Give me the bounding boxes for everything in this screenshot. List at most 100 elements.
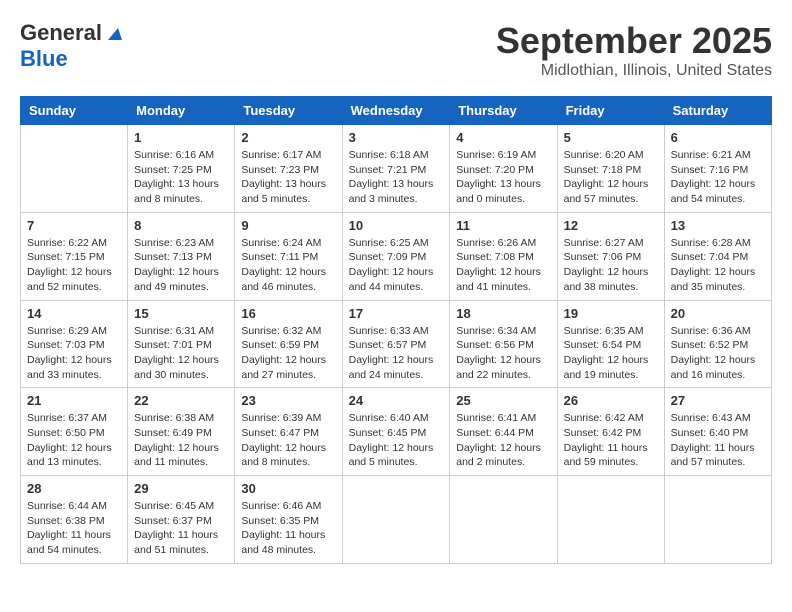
day-number: 13 <box>671 218 765 233</box>
day-info: Sunrise: 6:39 AMSunset: 6:47 PMDaylight:… <box>241 411 335 470</box>
day-number: 19 <box>564 306 658 321</box>
day-number: 7 <box>27 218 121 233</box>
calendar-cell <box>450 476 557 564</box>
day-info: Sunrise: 6:25 AMSunset: 7:09 PMDaylight:… <box>349 236 444 295</box>
day-info: Sunrise: 6:29 AMSunset: 7:03 PMDaylight:… <box>27 324 121 383</box>
day-number: 21 <box>27 393 121 408</box>
logo: General Blue <box>20 20 122 72</box>
calendar-cell: 30 Sunrise: 6:46 AMSunset: 6:35 PMDayligh… <box>235 476 342 564</box>
weekday-header: Friday <box>557 97 664 125</box>
day-number: 24 <box>349 393 444 408</box>
calendar-cell: 6 Sunrise: 6:21 AMSunset: 7:16 PMDaylight… <box>664 125 771 213</box>
day-info: Sunrise: 6:31 AMSunset: 7:01 PMDaylight:… <box>134 324 228 383</box>
calendar-cell: 8 Sunrise: 6:23 AMSunset: 7:13 PMDaylight… <box>128 212 235 300</box>
calendar-week-row: 1Sunrise: 6:16 AMSunset: 7:25 PMDaylight… <box>21 125 772 213</box>
calendar-table: SundayMondayTuesdayWednesdayThursdayFrid… <box>20 96 772 564</box>
calendar-cell <box>664 476 771 564</box>
day-number: 23 <box>241 393 335 408</box>
calendar-cell: 5 Sunrise: 6:20 AMSunset: 7:18 PMDaylight… <box>557 125 664 213</box>
day-info: Sunrise: 6:21 AMSunset: 7:16 PMDaylight:… <box>671 148 765 207</box>
day-number: 18 <box>456 306 550 321</box>
day-number: 10 <box>349 218 444 233</box>
weekday-header: Sunday <box>21 97 128 125</box>
day-info: Sunrise: 6:36 AMSunset: 6:52 PMDaylight:… <box>671 324 765 383</box>
day-number: 14 <box>27 306 121 321</box>
day-info: Sunrise: 6:26 AMSunset: 7:08 PMDaylight:… <box>456 236 550 295</box>
calendar-cell: 16Sunrise: 6:32 AMSunset: 6:59 PMDayligh… <box>235 300 342 388</box>
day-number: 30 <box>241 481 335 496</box>
weekday-header: Saturday <box>664 97 771 125</box>
calendar-cell: 29Sunrise: 6:45 AMSunset: 6:37 PMDayligh… <box>128 476 235 564</box>
day-number: 15 <box>134 306 228 321</box>
page-header: General Blue September 2025 Midlothian, … <box>20 20 772 80</box>
day-info: Sunrise: 6:18 AMSunset: 7:21 PMDaylight:… <box>349 148 444 207</box>
day-info: Sunrise: 6:37 AMSunset: 6:50 PMDaylight:… <box>27 411 121 470</box>
day-number: 28 <box>27 481 121 496</box>
day-info: Sunrise: 6:44 AMSunset: 6:38 PMDaylight:… <box>27 499 121 558</box>
day-number: 1 <box>134 130 228 145</box>
day-number: 25 <box>456 393 550 408</box>
day-info: Sunrise: 6:17 AMSunset: 7:23 PMDaylight:… <box>241 148 335 207</box>
weekday-header: Monday <box>128 97 235 125</box>
calendar-cell: 10 Sunrise: 6:25 AMSunset: 7:09 PMDayligh… <box>342 212 450 300</box>
calendar-cell: 25 Sunrise: 6:41 AMSunset: 6:44 PMDayligh… <box>450 388 557 476</box>
day-number: 3 <box>349 130 444 145</box>
day-info: Sunrise: 6:41 AMSunset: 6:44 PMDaylight:… <box>456 411 550 470</box>
calendar-cell: 2 Sunrise: 6:17 AMSunset: 7:23 PMDaylight… <box>235 125 342 213</box>
month-title: September 2025 <box>496 20 772 62</box>
day-number: 11 <box>456 218 550 233</box>
calendar-week-row: 14 Sunrise: 6:29 AMSunset: 7:03 PMDayligh… <box>21 300 772 388</box>
calendar-cell: 15 Sunrise: 6:31 AMSunset: 7:01 PMDayligh… <box>128 300 235 388</box>
logo-general: General <box>20 20 102 46</box>
day-number: 2 <box>241 130 335 145</box>
calendar-cell: 20 Sunrise: 6:36 AMSunset: 6:52 PMDayligh… <box>664 300 771 388</box>
weekday-header: Wednesday <box>342 97 450 125</box>
location: Midlothian, Illinois, United States <box>496 62 772 80</box>
day-info: Sunrise: 6:19 AMSunset: 7:20 PMDaylight:… <box>456 148 550 207</box>
calendar-week-row: 21 Sunrise: 6:37 AMSunset: 6:50 PMDayligh… <box>21 388 772 476</box>
calendar-cell: 1Sunrise: 6:16 AMSunset: 7:25 PMDaylight… <box>128 125 235 213</box>
calendar-cell: 12Sunrise: 6:27 AMSunset: 7:06 PMDayligh… <box>557 212 664 300</box>
day-number: 16 <box>241 306 335 321</box>
calendar-cell: 14 Sunrise: 6:29 AMSunset: 7:03 PMDayligh… <box>21 300 128 388</box>
day-info: Sunrise: 6:42 AMSunset: 6:42 PMDaylight:… <box>564 411 658 470</box>
calendar-header-row: SundayMondayTuesdayWednesdayThursdayFrid… <box>21 97 772 125</box>
day-number: 12 <box>564 218 658 233</box>
day-number: 4 <box>456 130 550 145</box>
calendar-cell: 28 Sunrise: 6:44 AMSunset: 6:38 PMDayligh… <box>21 476 128 564</box>
title-section: September 2025 Midlothian, Illinois, Uni… <box>496 20 772 80</box>
calendar-cell <box>557 476 664 564</box>
calendar-cell: 9Sunrise: 6:24 AMSunset: 7:11 PMDaylight… <box>235 212 342 300</box>
day-info: Sunrise: 6:33 AMSunset: 6:57 PMDaylight:… <box>349 324 444 383</box>
calendar-cell: 26Sunrise: 6:42 AMSunset: 6:42 PMDayligh… <box>557 388 664 476</box>
day-number: 8 <box>134 218 228 233</box>
day-number: 27 <box>671 393 765 408</box>
calendar-cell: 17 Sunrise: 6:33 AMSunset: 6:57 PMDayligh… <box>342 300 450 388</box>
day-info: Sunrise: 6:35 AMSunset: 6:54 PMDaylight:… <box>564 324 658 383</box>
day-number: 17 <box>349 306 444 321</box>
day-number: 22 <box>134 393 228 408</box>
day-info: Sunrise: 6:23 AMSunset: 7:13 PMDaylight:… <box>134 236 228 295</box>
day-info: Sunrise: 6:28 AMSunset: 7:04 PMDaylight:… <box>671 236 765 295</box>
day-number: 29 <box>134 481 228 496</box>
weekday-header: Thursday <box>450 97 557 125</box>
calendar-cell: 19 Sunrise: 6:35 AMSunset: 6:54 PMDayligh… <box>557 300 664 388</box>
day-number: 6 <box>671 130 765 145</box>
calendar-week-row: 7 Sunrise: 6:22 AMSunset: 7:15 PMDaylight… <box>21 212 772 300</box>
calendar-cell: 27 Sunrise: 6:43 AMSunset: 6:40 PMDayligh… <box>664 388 771 476</box>
calendar-cell <box>342 476 450 564</box>
day-info: Sunrise: 6:43 AMSunset: 6:40 PMDaylight:… <box>671 411 765 470</box>
calendar-cell: 22 Sunrise: 6:38 AMSunset: 6:49 PMDayligh… <box>128 388 235 476</box>
day-info: Sunrise: 6:38 AMSunset: 6:49 PMDaylight:… <box>134 411 228 470</box>
day-info: Sunrise: 6:20 AMSunset: 7:18 PMDaylight:… <box>564 148 658 207</box>
calendar-week-row: 28 Sunrise: 6:44 AMSunset: 6:38 PMDayligh… <box>21 476 772 564</box>
day-number: 20 <box>671 306 765 321</box>
calendar-cell: 23 Sunrise: 6:39 AMSunset: 6:47 PMDayligh… <box>235 388 342 476</box>
day-info: Sunrise: 6:22 AMSunset: 7:15 PMDaylight:… <box>27 236 121 295</box>
logo-icon <box>104 24 122 42</box>
weekday-header: Tuesday <box>235 97 342 125</box>
calendar-cell: 4 Sunrise: 6:19 AMSunset: 7:20 PMDaylight… <box>450 125 557 213</box>
calendar-cell: 3 Sunrise: 6:18 AMSunset: 7:21 PMDaylight… <box>342 125 450 213</box>
day-info: Sunrise: 6:46 AMSunset: 6:35 PMDaylight:… <box>241 499 335 558</box>
day-number: 5 <box>564 130 658 145</box>
